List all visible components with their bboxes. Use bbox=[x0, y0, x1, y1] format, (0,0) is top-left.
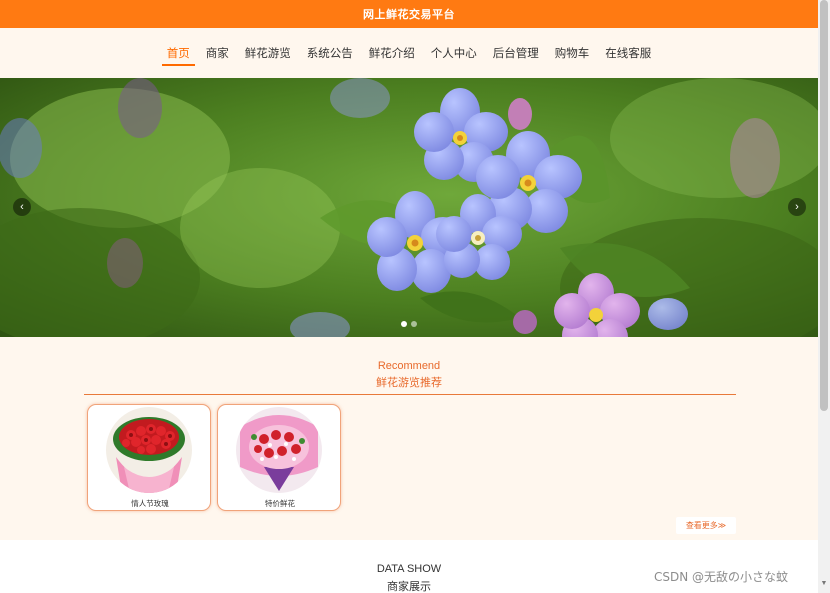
site-title: 网上鲜花交易平台 bbox=[363, 9, 455, 21]
nav-item-home[interactable]: 首页 bbox=[161, 41, 195, 66]
nav-item-personal-center[interactable]: 个人中心 bbox=[431, 41, 477, 65]
recommend-section: Recommend 鲜花游览推荐 情人节玫瑰 特价鲜花 查看更多≫ bbox=[0, 337, 818, 540]
nav-item-customer-service[interactable]: 在线客服 bbox=[605, 41, 651, 65]
nav-item-announcements[interactable]: 系统公告 bbox=[307, 41, 353, 65]
watermark: CSDN @无敌の小さな蚊 bbox=[654, 570, 789, 584]
main-nav: 首页 商家 鲜花游览 系统公告 鲜花介绍 个人中心 后台管理 购物车 在线客服 bbox=[0, 28, 818, 78]
nav-item-flower-browse[interactable]: 鲜花游览 bbox=[245, 41, 291, 65]
banner-carousel: ‹ › bbox=[0, 78, 818, 337]
product-image-roses bbox=[106, 407, 192, 493]
nav-item-merchants[interactable]: 商家 bbox=[206, 41, 229, 65]
banner-image bbox=[0, 78, 818, 337]
page: 网上鲜花交易平台 首页 商家 鲜花游览 系统公告 鲜花介绍 个人中心 后台管理 … bbox=[0, 0, 818, 593]
top-bar: 网上鲜花交易平台 bbox=[0, 0, 818, 28]
nav-item-admin[interactable]: 后台管理 bbox=[493, 41, 539, 65]
recommend-title-cn: 鲜花游览推荐 bbox=[376, 377, 442, 389]
carousel-indicators bbox=[401, 321, 417, 327]
page-scrollbar[interactable]: ▼ bbox=[818, 0, 830, 593]
scrollbar-thumb[interactable] bbox=[820, 0, 828, 411]
carousel-dot-2[interactable] bbox=[411, 321, 417, 327]
carousel-prev-button[interactable]: ‹ bbox=[13, 198, 31, 216]
recommend-title-en: Recommend bbox=[377, 360, 441, 372]
data-show-section: DATA SHOW 商家展示 bbox=[0, 540, 818, 593]
carousel-next-button[interactable]: › bbox=[788, 198, 806, 216]
carousel-dot-1[interactable] bbox=[401, 321, 407, 327]
product-caption: 情人节玫瑰 bbox=[131, 499, 169, 508]
product-image-bouquet bbox=[236, 407, 322, 493]
recommend-divider bbox=[84, 394, 736, 395]
nav-item-flower-intro[interactable]: 鲜花介绍 bbox=[369, 41, 415, 65]
scroll-down-arrow-icon[interactable]: ▼ bbox=[820, 580, 828, 590]
product-card[interactable]: 特价鲜花 bbox=[217, 404, 341, 511]
nav-item-cart[interactable]: 购物车 bbox=[555, 41, 590, 65]
product-card[interactable]: 情人节玫瑰 bbox=[87, 404, 211, 511]
product-caption: 特价鲜花 bbox=[265, 499, 295, 508]
view-more-button[interactable]: 查看更多≫ bbox=[676, 517, 736, 534]
